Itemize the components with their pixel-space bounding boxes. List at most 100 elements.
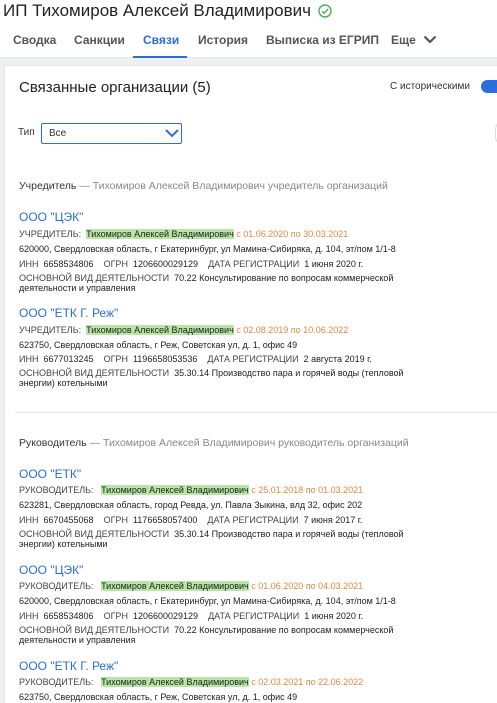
org-link[interactable]: ООО "ЕТК Г. Реж" [19, 306, 118, 320]
reg-date-value: 2 августа 2019 г. [303, 354, 372, 364]
org-link[interactable]: ООО "ЕТК" [19, 467, 81, 481]
reg-date-label: ДАТА РЕГИСТРАЦИИ [208, 611, 300, 621]
inn-label: ИНН [19, 354, 39, 364]
page-title: ИП Тихомиров Алексей Владимирович [3, 1, 312, 20]
reg-date-label: ДАТА РЕГИСТРАЦИИ [208, 259, 300, 269]
ogrn-value: 1196658053536 [132, 354, 198, 364]
type-filter-label: Тип [18, 127, 35, 138]
tab-egrip-extract[interactable]: Выписка из ЕГРИП [266, 27, 379, 58]
inn-value: 6658534806 [43, 259, 94, 269]
org-link[interactable]: ООО "ЦЭК" [19, 210, 83, 224]
role-period: с 02.03.2021 по 22.06.2022 [248, 677, 364, 687]
historical-toggle-label: С историческими [390, 81, 470, 92]
org-address: 620000, Свердловская область, г Екатерин… [19, 244, 396, 254]
tab-label: Сводка [13, 33, 57, 47]
role-period: с 01.06.2020 по 04.03.2021 [248, 581, 364, 591]
type-filter-select[interactable]: Все [41, 123, 182, 144]
role-period: с 25.01.2018 по 01.03.2021 [248, 485, 364, 495]
tab-label: Санкции [74, 33, 125, 47]
person-name: Тихомиров Алексей Владимирович [101, 581, 249, 591]
person-name: Тихомиров Алексей Владимирович [86, 325, 234, 335]
activity-value: 35.30.14 Производство пара и горячей вод… [174, 368, 404, 378]
org-address: 623281, Свердловская область, город Ревд… [19, 500, 363, 510]
role-line: РУКОВОДИТЕЛЬ: Тихомиров Алексей Владимир… [19, 581, 363, 591]
role-period: с 02.08.2019 по 10.06.2022 [233, 325, 349, 335]
activity-value: 70.22 Консультирование по вопросам комме… [174, 273, 394, 283]
role-label: РУКОВОДИТЕЛЬ: [19, 581, 94, 591]
page-header: ИП Тихомиров Алексей Владимирович Сводка… [0, 0, 497, 58]
ogrn-value: 1206600029129 [132, 259, 199, 269]
org-activity: ОСНОВНОЙ ВИД ДЕЯТЕЛЬНОСТИ 70.22 Консульт… [19, 625, 393, 635]
section-heading-role: Руководитель [19, 437, 87, 449]
ogrn-label: ОГРН [103, 354, 128, 364]
activity-continued: энергии) котельными [19, 539, 108, 549]
tab-links[interactable]: Связи [133, 27, 187, 58]
ogrn-label: ОГРН [103, 259, 128, 269]
org-link[interactable]: ООО "ЦЭК" [19, 563, 83, 577]
inn-label: ИНН [19, 611, 39, 621]
activity-value: 35.30.14 Производство пара и горячей вод… [174, 529, 404, 539]
tab-bar: Сводка Санкции Связи История Выписка из … [0, 27, 497, 58]
org-address: 623750, Свердловская область, г Реж, Сов… [19, 340, 298, 350]
org-address: 623750, Свердловская область, г Реж, Сов… [19, 692, 298, 702]
tab-history[interactable]: История [198, 27, 248, 58]
org-ids: ИНН 6658534806 ОГРН 1206600029129 ДАТА Р… [19, 259, 363, 269]
ogrn-label: ОГРН [103, 611, 128, 621]
section-subheading: — Тихомиров Алексей Владимирович учредит… [76, 180, 388, 192]
activity-continued: деятельности и управления [19, 283, 136, 293]
ogrn-value: 1176658057400 [132, 515, 198, 525]
role-label: РУКОВОДИТЕЛЬ: [19, 485, 94, 495]
inn-label: ИНН [19, 259, 39, 269]
activity-label: ОСНОВНОЙ ВИД ДЕЯТЕЛЬНОСТИ [19, 368, 170, 378]
tab-svodka[interactable]: Сводка [13, 27, 56, 58]
role-label: УЧРЕДИТЕЛЬ: [19, 325, 82, 335]
org-activity: ОСНОВНОЙ ВИД ДЕЯТЕЛЬНОСТИ 35.30.14 Произ… [19, 368, 404, 378]
org-address: 620000, Свердловская область, г Екатерин… [19, 596, 396, 606]
section-subheading: — Тихомиров Алексей Владимирович руковод… [86, 437, 409, 449]
tab-label: История [198, 33, 249, 47]
ogrn-label: ОГРН [103, 515, 128, 525]
role-period: с 01.06.2020 по 30.03.2021 [233, 229, 349, 239]
activity-continued: деятельности и управления [19, 635, 136, 645]
inn-value: 6677013245 [43, 354, 94, 364]
role-line: РУКОВОДИТЕЛЬ: Тихомиров Алексей Владимир… [19, 677, 363, 687]
reg-date-value: 7 июня 2017 г. [303, 515, 363, 525]
activity-label: ОСНОВНОЙ ВИД ДЕЯТЕЛЬНОСТИ [19, 273, 170, 283]
role-label: УЧРЕДИТЕЛЬ: [19, 229, 82, 239]
tab-sanctions[interactable]: Санкции [74, 27, 125, 58]
role-label: РУКОВОДИТЕЛЬ: [19, 677, 94, 687]
role-line: УЧРЕДИТЕЛЬ: Тихомиров Алексей Владимиров… [19, 229, 348, 239]
title-row: ИП Тихомиров Алексей Владимирович [3, 1, 332, 21]
org-ids: ИНН 6677013245 ОГРН 1196658053536 ДАТА Р… [19, 354, 372, 364]
activity-label: ОСНОВНОЙ ВИД ДЕЯТЕЛЬНОСТИ [19, 529, 170, 539]
tab-label: Связи [143, 33, 180, 47]
activity-value: 70.22 Консультирование по вопросам комме… [174, 625, 394, 635]
org-ids: ИНН 6670455068 ОГРН 1176658057400 ДАТА Р… [19, 515, 362, 525]
section-heading-role: Учредитель [19, 180, 77, 192]
org-ids: ИНН 6658534806 ОГРН 1206600029129 ДАТА Р… [19, 611, 363, 621]
reg-date-value: 1 июня 2020 г. [304, 611, 364, 621]
role-line: РУКОВОДИТЕЛЬ: Тихомиров Алексей Владимир… [19, 485, 363, 495]
reg-date-label: ДАТА РЕГИСТРАЦИИ [207, 354, 299, 364]
panel-title: Связанные организации (5) [19, 79, 211, 96]
org-link[interactable]: ООО "ЕТК Г. Реж" [19, 659, 118, 673]
person-name: Тихомиров Алексей Владимирович [101, 485, 249, 495]
person-name: Тихомиров Алексей Владимирович [101, 677, 249, 687]
section-divider [15, 412, 497, 413]
org-activity: ОСНОВНОЙ ВИД ДЕЯТЕЛЬНОСТИ 70.22 Консульт… [19, 273, 393, 283]
activity-continued: энергии) котельными [19, 378, 108, 388]
type-filter-value: Все [49, 128, 67, 139]
related-orgs-panel: Связанные организации (5) С историческим… [4, 65, 497, 703]
org-activity: ОСНОВНОЙ ВИД ДЕЯТЕЛЬНОСТИ 35.30.14 Произ… [19, 529, 404, 539]
reg-date-label: ДАТА РЕГИСТРАЦИИ [207, 515, 299, 525]
activity-label: ОСНОВНОЙ ВИД ДЕЯТЕЛЬНОСТИ [19, 625, 170, 635]
historical-toggle[interactable] [481, 80, 497, 93]
tab-more[interactable]: Еще [391, 27, 437, 58]
section-heading-founder: Учредитель — Тихомиров Алексей Владимиро… [19, 180, 388, 192]
tab-label: Выписка из ЕГРИП [266, 33, 379, 47]
inn-value: 6658534806 [43, 611, 94, 621]
check-circle-icon [318, 4, 332, 18]
reg-date-value: 1 июня 2020 г. [304, 259, 364, 269]
inn-value: 6670455068 [43, 515, 94, 525]
tab-label: Еще [391, 33, 416, 47]
